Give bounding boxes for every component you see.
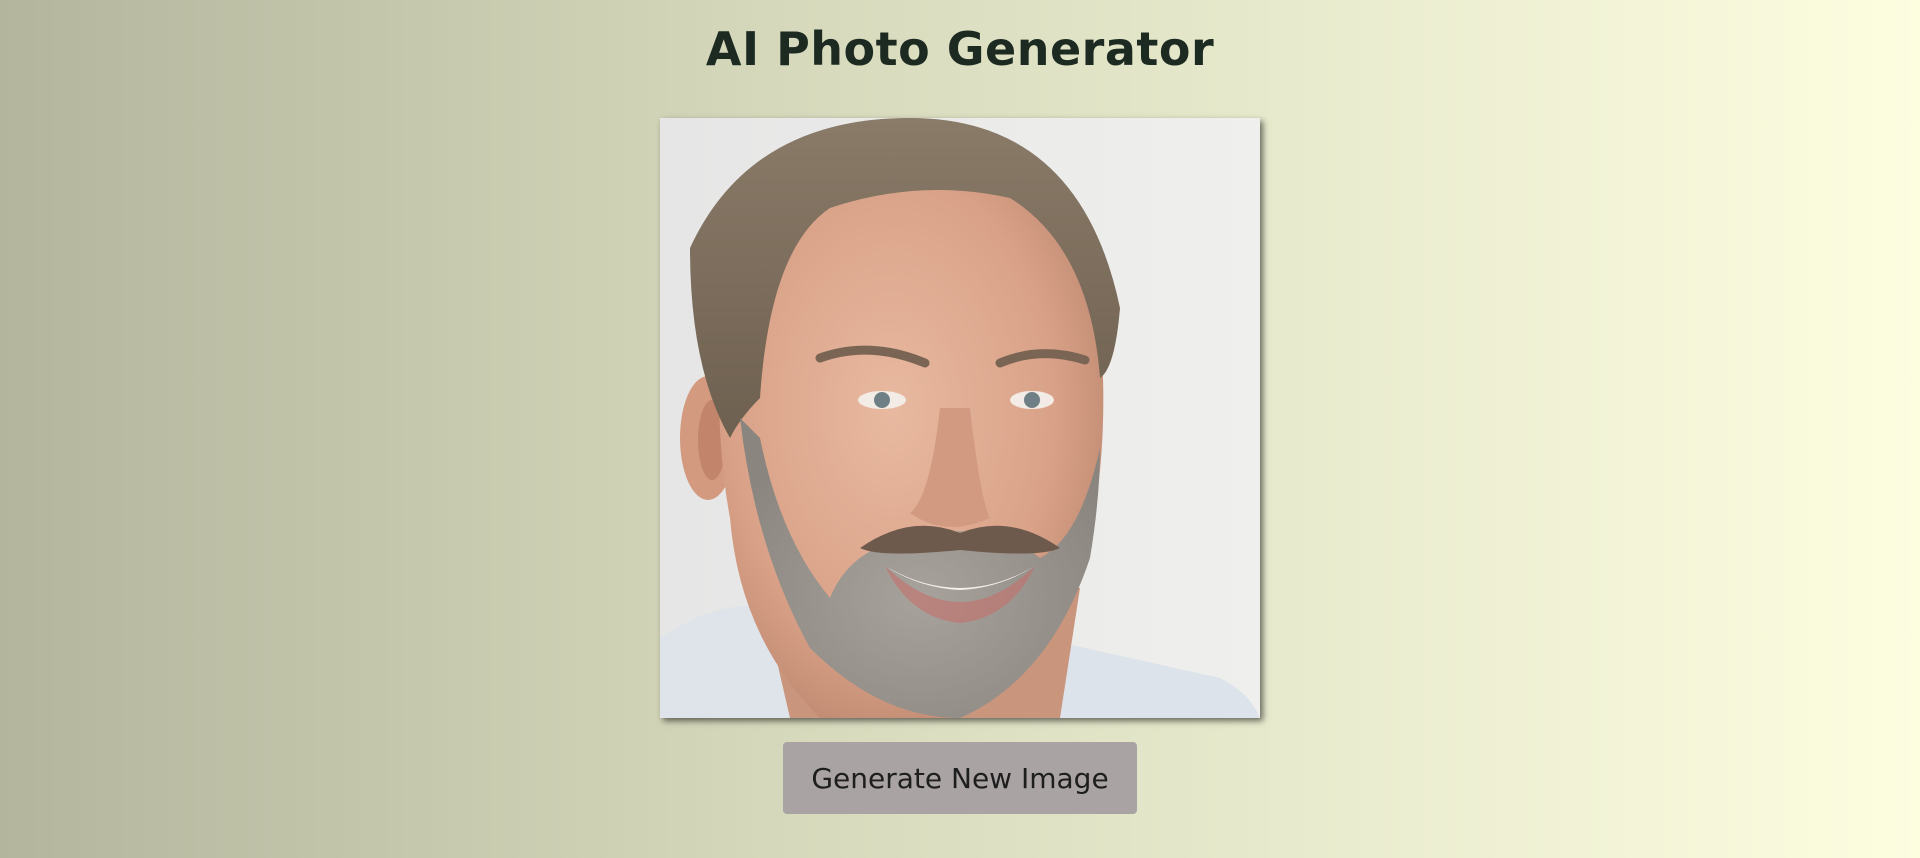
portrait-image — [660, 118, 1260, 718]
page-title: AI Photo Generator — [705, 22, 1215, 76]
generate-new-image-button[interactable]: Generate New Image — [783, 742, 1137, 814]
generated-photo — [660, 118, 1260, 718]
